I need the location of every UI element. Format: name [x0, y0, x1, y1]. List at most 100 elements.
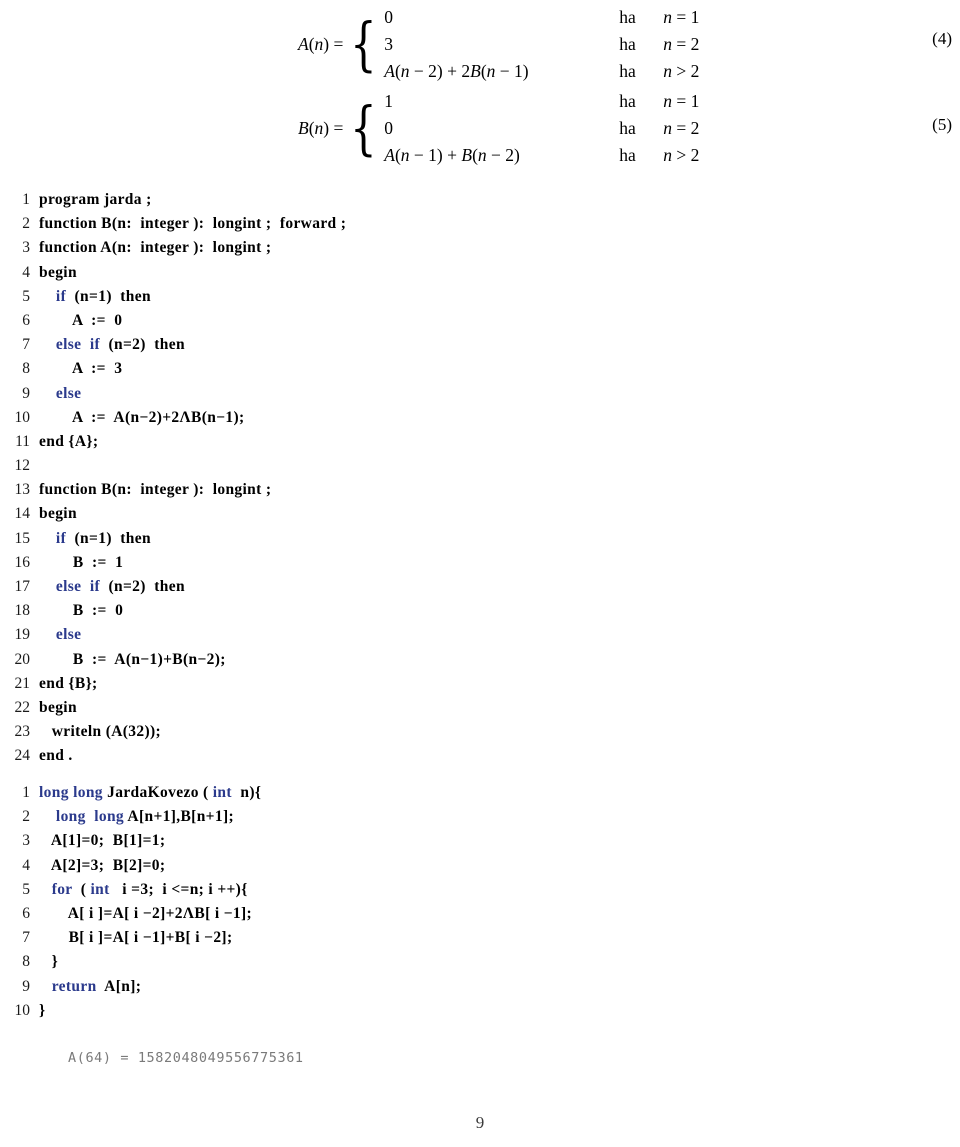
equation-case-connector: ha — [619, 91, 636, 111]
code-line-number: 15 — [14, 529, 31, 547]
code-line-number: 13 — [14, 481, 31, 499]
code-line: 9 return A[n]; — [0, 975, 960, 999]
code-line-text: if (n=1) then — [55, 287, 151, 305]
equation-4-rows: 0 ha n = 1 3 ha n = 2 A(n − 2) + 2B(n − … — [384, 4, 699, 85]
code-keyword: long — [39, 784, 69, 801]
code-line-number: 1 — [22, 191, 30, 208]
code-line: 19 else — [0, 623, 960, 647]
equation-case-value: 0 — [384, 118, 394, 138]
code-line: 3 function A(n: integer ): longint ; — [0, 236, 960, 260]
page-number: 9 — [475, 1113, 485, 1132]
code-line: 24 end . — [0, 744, 960, 768]
code-line-number: 5 — [22, 287, 30, 305]
code-line-number: 6 — [22, 904, 30, 922]
program-output-text: A(64) = 1582048049556775361 — [68, 1050, 304, 1066]
code-line-number: 3 — [22, 239, 30, 257]
equation-number: (4) — [932, 29, 952, 48]
code-line-number: 18 — [14, 602, 31, 620]
code-keyword: int — [90, 880, 110, 898]
code-line: 6 A[ i ]=A[ i −2]+2ΛB[ i −1]; — [0, 902, 960, 926]
code-line-text: begin — [39, 505, 77, 523]
code-line-number: 10 — [14, 1001, 31, 1019]
code-line-number: 23 — [14, 723, 31, 741]
code-line-text: return A[n]; — [51, 977, 142, 995]
code-line: 8 } — [0, 950, 960, 974]
code-line: 7 B[ i ]=A[ i −1]+B[ i −2]; — [0, 926, 960, 950]
code-line: 4 A[2]=3; B[2]=0; — [0, 854, 960, 878]
code-line-number: 19 — [14, 626, 31, 644]
code-line: 2 long long A[n+1],B[n+1]; — [0, 805, 960, 829]
code-line: 5 if (n=1) then — [0, 285, 960, 309]
code-keyword: long — [94, 808, 125, 826]
code-line-text: end {A}; — [39, 432, 99, 450]
code-line-number: 1 — [22, 784, 30, 801]
equation-case-value: 3 — [384, 34, 394, 54]
code-line-text: function A(n: integer ): longint ; — [39, 239, 272, 257]
code-line: 4 begin — [0, 261, 960, 285]
code-line-text: long long A[n+1],B[n+1]; — [55, 808, 234, 826]
code-line: 20 B := A(n−1)+B(n−2); — [0, 648, 960, 672]
code-line-number: 8 — [22, 953, 30, 971]
equation-row: 1 ha n = 1 — [384, 88, 699, 115]
equation-4: A(n) = { 0 ha n = 1 3 ha n = 2 A(n − 2) … — [0, 4, 960, 85]
code-line-text: A := 3 — [71, 360, 123, 378]
equation-row: 0 ha n = 1 — [384, 4, 699, 31]
code-line-number: 11 — [15, 432, 30, 450]
c-code-listing: 1 long long JardaKovezo ( int n){ 2 long l… — [0, 781, 960, 1023]
code-line: 18 B := 0 — [0, 599, 960, 623]
code-line: 22 begin — [0, 696, 960, 720]
equation-case-value: 0 — [384, 7, 394, 27]
code-line-number: 4 — [22, 263, 30, 281]
code-line-text: function B(n: integer ): longint ; — [39, 481, 272, 499]
equation-case-connector: ha — [619, 7, 636, 27]
code-line-text: A := A(n−2)+2ΛB(n−1); — [71, 408, 245, 426]
code-line-text: else if (n=2) then — [55, 578, 185, 595]
code-line: 10} — [0, 999, 960, 1023]
equation-case-connector: ha — [619, 34, 636, 54]
code-line-text: B := 0 — [72, 602, 124, 620]
code-line: 17 else if (n=2) then — [0, 575, 960, 599]
code-line-text: long long JardaKovezo ( int n){ — [39, 784, 262, 801]
code-line-number: 5 — [22, 880, 30, 898]
equation-case-connector: ha — [619, 61, 636, 81]
code-keyword: if — [89, 336, 101, 354]
code-line-number: 24 — [14, 747, 31, 765]
code-line-number: 10 — [14, 408, 31, 426]
code-line: 21 end {B}; — [0, 672, 960, 696]
code-line-text: B := A(n−1)+B(n−2); — [72, 650, 226, 668]
left-brace-glyph: { — [350, 93, 378, 162]
equation-case-connector: ha — [619, 118, 636, 138]
code-line-text: end . — [39, 747, 73, 765]
code-keyword: if — [55, 529, 67, 547]
code-line-text: } — [39, 953, 59, 971]
code-keyword: if — [89, 578, 101, 595]
code-line-text: else if (n=2) then — [55, 336, 185, 354]
code-line: 7 else if (n=2) then — [0, 333, 960, 357]
equation-4-lhs: A(n) = — [298, 34, 344, 54]
code-line-text: else — [39, 623, 81, 647]
code-line-number: 7 — [22, 929, 30, 947]
code-line-number: 3 — [22, 832, 30, 850]
code-line: 9 else — [0, 382, 960, 406]
code-line-number: 14 — [14, 505, 31, 523]
code-line: 6 A := 0 — [0, 309, 960, 333]
code-line-number: 17 — [14, 578, 31, 595]
code-line-number: 6 — [22, 311, 30, 329]
code-line-number: 2 — [22, 808, 30, 826]
code-line-text: A[ i ]=A[ i −2]+2ΛB[ i −1]; — [67, 904, 253, 922]
code-line-text: begin — [39, 263, 77, 281]
code-line: 2 function B(n: integer ): longint ; forw… — [0, 212, 960, 236]
code-line: 23 writeln (A(32)); — [0, 720, 960, 744]
equation-row: A(n − 1) + B(n − 2) ha n > 2 — [384, 142, 699, 169]
code-line-text: else — [39, 382, 81, 406]
equation-case-condition: n > 2 — [663, 145, 700, 165]
code-line: 13 function B(n: integer ): longint ; — [0, 478, 960, 502]
code-line-text: A[2]=3; B[2]=0; — [50, 856, 166, 874]
equation-case-condition: n = 1 — [663, 91, 700, 111]
code-line-text: } — [39, 1001, 46, 1019]
code-line-text: A[1]=0; B[1]=1; — [50, 832, 166, 850]
equation-5: B(n) = { 1 ha n = 1 0 ha n = 2 A(n − 1) … — [0, 88, 960, 169]
code-line-number: 9 — [22, 977, 30, 995]
equation-case-value: A(n − 1) + B(n − 2) — [384, 145, 520, 165]
code-line: 5 for ( int i =3; i <=n; i ++){ — [0, 878, 960, 902]
